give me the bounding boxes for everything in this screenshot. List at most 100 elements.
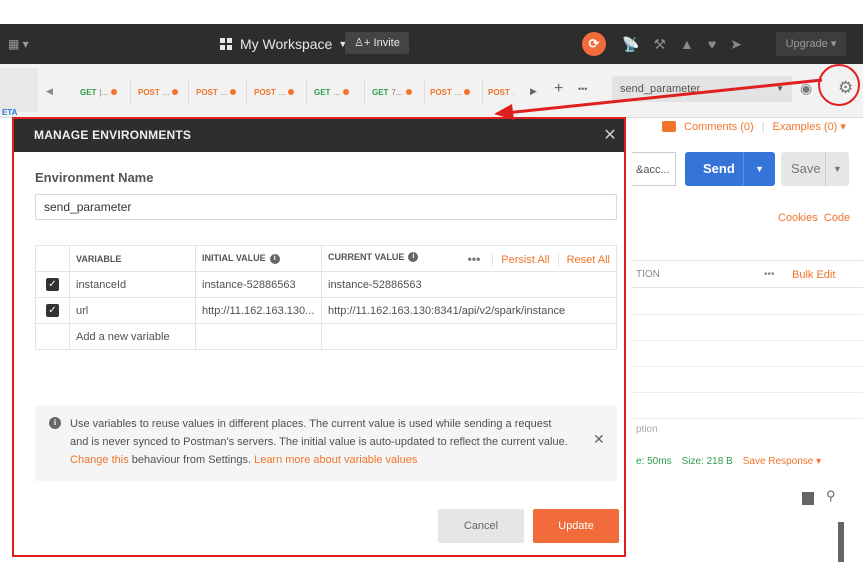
- bell-icon[interactable]: ▲: [680, 32, 694, 56]
- bulk-edit-link[interactable]: Bulk Edit: [792, 261, 835, 289]
- unsaved-dot-icon: [288, 89, 295, 95]
- close-icon[interactable]: ✕: [593, 431, 605, 448]
- learn-more-link[interactable]: Learn more about variable values: [254, 454, 417, 466]
- initial-value-cell[interactable]: instance-52886563: [195, 271, 322, 298]
- checkbox-header: [35, 245, 70, 272]
- unsaved-dot-icon: [464, 89, 471, 95]
- scrollbar[interactable]: [838, 522, 844, 562]
- tab-name: ...: [333, 87, 341, 97]
- response-status: e: 50ms Size: 218 B Save Response ▾: [636, 456, 821, 467]
- workspace-switcher[interactable]: My Workspace ▼: [220, 30, 347, 58]
- workspace-label: My Workspace: [240, 36, 333, 52]
- tab-name: ...: [454, 87, 462, 97]
- comment-icon: [662, 121, 676, 132]
- new-button[interactable]: ▦ ▾: [8, 34, 52, 54]
- annotation-arrow: [494, 78, 823, 120]
- current-value-cell[interactable]: instance-52886563: [321, 271, 617, 298]
- current-value-header-label: CURRENT VALUE: [328, 251, 405, 262]
- persist-all-button[interactable]: Persist All: [492, 253, 550, 266]
- params-table-header: TION ••• Bulk Edit: [632, 260, 863, 288]
- tab-name: ...: [162, 87, 170, 97]
- request-tab[interactable]: POST...: [430, 84, 471, 100]
- send-label: Send: [703, 161, 735, 176]
- table-row: ✓ instanceId instance-52886563 instance-…: [35, 271, 617, 298]
- url-input[interactable]: &acc...: [632, 152, 676, 186]
- enable-checkbox[interactable]: ✓: [46, 278, 59, 291]
- tab-name: 7...: [391, 87, 403, 97]
- tab-method: GET: [314, 87, 331, 97]
- invite-label: Invite: [373, 37, 400, 49]
- tab-divider: [188, 80, 189, 104]
- tab-method: POST: [196, 87, 218, 97]
- cancel-button[interactable]: Cancel: [438, 509, 524, 543]
- tab-method: POST: [138, 87, 160, 97]
- rocket-icon[interactable]: ➤: [730, 32, 742, 56]
- current-value-cell[interactable]: [321, 323, 617, 350]
- variables-table: VARIABLE INITIAL VALUE i CURRENT VALUE i •…: [35, 245, 617, 350]
- table-header-row: VARIABLE INITIAL VALUE i CURRENT VALUE i •…: [35, 245, 617, 272]
- request-panel-background: Comments (0) | Examples (0) ▾ &acc... Se…: [632, 118, 863, 562]
- divider: |: [761, 120, 765, 133]
- upgrade-button[interactable]: Upgrade ▾: [776, 32, 846, 56]
- more-icon[interactable]: •••: [468, 252, 481, 266]
- tab-method: GET: [80, 87, 97, 97]
- tab-divider: [482, 80, 483, 104]
- close-icon[interactable]: ✕: [598, 119, 622, 152]
- copy-icon[interactable]: [802, 492, 814, 505]
- change-link[interactable]: Change this: [70, 454, 129, 466]
- unsaved-dot-icon: [111, 89, 118, 95]
- request-tab[interactable]: POST...: [138, 84, 179, 100]
- cookies-link[interactable]: Cookies: [778, 212, 818, 224]
- request-tab[interactable]: GET 7...: [372, 84, 412, 100]
- heart-icon[interactable]: ♥: [708, 32, 716, 56]
- reset-all-button[interactable]: Reset All: [557, 253, 610, 266]
- send-button[interactable]: Send ▼: [685, 152, 775, 186]
- unsaved-dot-icon: [230, 89, 237, 95]
- tab-divider: [130, 80, 131, 104]
- update-button[interactable]: Update: [533, 509, 619, 543]
- tab-method: POST: [254, 87, 276, 97]
- initial-value-cell[interactable]: http://11.162.163.130...: [195, 297, 322, 324]
- info-icon: i: [49, 417, 61, 429]
- save-button[interactable]: Save ▼: [781, 152, 849, 186]
- tab-method: GET: [372, 87, 389, 97]
- variable-header: VARIABLE: [69, 245, 196, 272]
- response-time: e: 50ms: [636, 456, 672, 467]
- add-variable-input[interactable]: Add a new variable: [69, 323, 196, 350]
- variable-cell[interactable]: url: [69, 297, 196, 324]
- chevron-down-icon[interactable]: ▼: [825, 152, 849, 186]
- tab-scroll-left-icon[interactable]: ◀: [46, 86, 53, 97]
- request-tab[interactable]: GET...: [314, 84, 350, 100]
- info-icon[interactable]: i: [269, 253, 280, 264]
- search-icon[interactable]: ⚲: [826, 488, 836, 504]
- manage-environments-modal: MANAGE ENVIRONMENTS ✕ Environment Name s…: [12, 117, 626, 557]
- tab-name: ...: [278, 87, 286, 97]
- modal-title: MANAGE ENVIRONMENTS: [14, 119, 624, 152]
- environment-name-label: Environment Name: [35, 170, 154, 185]
- tab-divider: [424, 80, 425, 104]
- sync-icon[interactable]: ⟳: [582, 32, 606, 56]
- current-value-cell[interactable]: http://11.162.163.130:8341/api/v2/spark/…: [321, 297, 617, 324]
- invite-button[interactable]: ♙+ Invite: [345, 32, 409, 54]
- environment-name-input[interactable]: send_parameter: [35, 194, 617, 220]
- info-icon[interactable]: i: [408, 252, 419, 263]
- tab-name: |...: [99, 87, 109, 97]
- enable-checkbox[interactable]: ✓: [46, 304, 59, 317]
- request-tab[interactable]: POST...: [254, 84, 295, 100]
- request-tab[interactable]: GET |...: [80, 84, 118, 100]
- new-variable-row: Add a new variable: [35, 323, 617, 350]
- code-link[interactable]: Code: [824, 212, 850, 224]
- variable-cell[interactable]: instanceId: [69, 271, 196, 298]
- response-size: Size: 218 B: [681, 456, 733, 467]
- satellite-icon[interactable]: 📡: [622, 32, 639, 56]
- save-response-button[interactable]: Save Response ▾: [743, 456, 821, 467]
- chevron-down-icon[interactable]: ▼: [743, 152, 775, 186]
- more-icon[interactable]: •••: [764, 261, 775, 289]
- comments-link[interactable]: Comments (0): [684, 121, 754, 133]
- tab-divider: [306, 80, 307, 104]
- request-tab[interactable]: POST...: [196, 84, 237, 100]
- initial-value-cell[interactable]: [195, 323, 322, 350]
- cookies-code-links: Cookies Code: [778, 212, 850, 224]
- tab-name: ...: [220, 87, 228, 97]
- wrench-icon[interactable]: ⚒: [653, 32, 666, 56]
